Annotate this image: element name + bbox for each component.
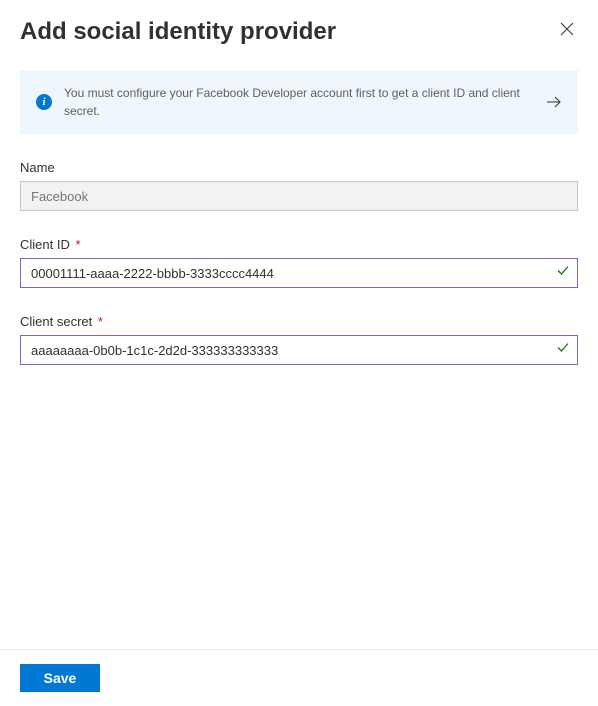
arrow-right-icon [546, 96, 562, 108]
close-icon [560, 22, 574, 36]
info-banner: i You must configure your Facebook Devel… [20, 70, 578, 134]
info-arrow-button[interactable] [546, 96, 562, 108]
client-secret-label: Client secret * [20, 314, 578, 329]
close-button[interactable] [556, 18, 578, 40]
info-icon: i [36, 94, 52, 110]
name-input[interactable] [20, 181, 578, 211]
client-secret-input[interactable] [20, 335, 578, 365]
info-message: You must configure your Facebook Develop… [64, 84, 534, 120]
footer: Save [0, 649, 598, 706]
save-button[interactable]: Save [20, 664, 100, 692]
client-id-label: Client ID * [20, 237, 578, 252]
client-id-input[interactable] [20, 258, 578, 288]
page-title: Add social identity provider [20, 18, 336, 46]
required-marker: * [98, 314, 103, 329]
name-label: Name [20, 160, 578, 175]
required-marker: * [75, 237, 80, 252]
